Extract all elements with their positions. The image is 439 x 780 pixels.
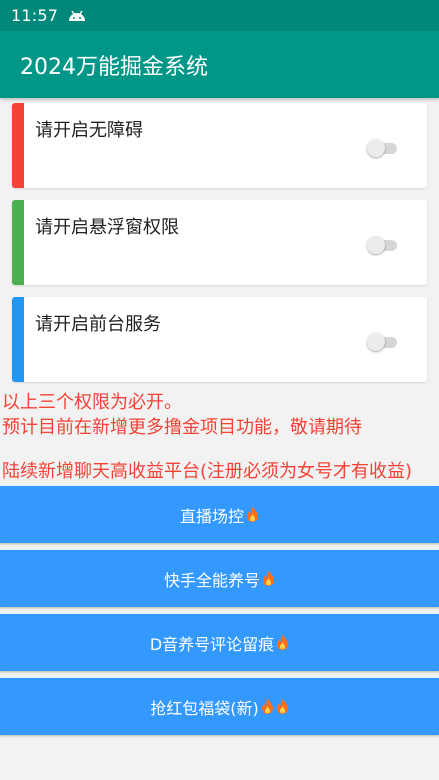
status-time: 11:57 bbox=[11, 6, 59, 25]
app-title: 2024万能掘金系统 bbox=[20, 54, 208, 80]
accessibility-toggle[interactable] bbox=[367, 139, 399, 157]
permission-list: 请开启无障碍 请开启悬浮窗权限 请开启前台服务 bbox=[0, 98, 439, 382]
notice-line-upcoming: 预计目前在新增更多撸金项目功能，敬请期待 bbox=[2, 417, 362, 438]
fire-icon bbox=[263, 570, 274, 586]
live-control-button[interactable]: 直播场控 bbox=[0, 486, 439, 543]
android-icon bbox=[69, 10, 86, 21]
douyin-comment-button[interactable]: D音养号评论留痕 bbox=[0, 614, 439, 671]
permission-label: 请开启无障碍 bbox=[35, 120, 143, 141]
permission-label: 请开启前台服务 bbox=[35, 314, 161, 335]
toggle-thumb bbox=[367, 333, 385, 351]
fire-icon bbox=[277, 634, 289, 650]
permission-card-overlay: 请开启悬浮窗权限 bbox=[12, 200, 427, 285]
notice-line-chat-platform: 陆续新增聊天高收益平台(注册必须为女号才有收益) bbox=[2, 461, 413, 482]
fire-icon bbox=[276, 698, 288, 714]
overlay-toggle[interactable] bbox=[367, 236, 399, 254]
notice-text: 以上三个权限为必开。 预计目前在新增更多撸金项目功能，敬请期待 陆续新增聊天高收… bbox=[0, 390, 439, 484]
red-packet-button[interactable]: 抢红包福袋(新) bbox=[0, 678, 439, 735]
permission-label: 请开启悬浮窗权限 bbox=[35, 217, 179, 238]
button-label: D音养号评论留痕 bbox=[149, 634, 275, 654]
button-label: 直播场控 bbox=[179, 506, 244, 526]
permission-card-accessibility: 请开启无障碍 bbox=[12, 103, 427, 188]
fire-icon bbox=[247, 506, 258, 522]
foreground-service-toggle[interactable] bbox=[367, 333, 399, 351]
app-bar: 2024万能掘金系统 bbox=[0, 31, 439, 98]
notice-line-required: 以上三个权限为必开。 bbox=[2, 392, 182, 413]
permission-card-foreground-service: 请开启前台服务 bbox=[12, 297, 427, 382]
fire-icon bbox=[261, 698, 273, 714]
kuaishou-account-button[interactable]: 快手全能养号 bbox=[0, 550, 439, 607]
card-accent-bar bbox=[12, 200, 24, 285]
card-accent-bar bbox=[12, 297, 24, 382]
button-label: 快手全能养号 bbox=[163, 570, 260, 590]
toggle-thumb bbox=[367, 139, 385, 157]
toggle-thumb bbox=[367, 236, 385, 254]
card-accent-bar bbox=[12, 103, 24, 188]
action-list: 直播场控 快手全能养号 D音养号评论留痕 抢红包福袋(新) bbox=[0, 486, 439, 735]
status-bar: 11:57 bbox=[0, 0, 439, 31]
button-label: 抢红包福袋(新) bbox=[150, 698, 259, 718]
